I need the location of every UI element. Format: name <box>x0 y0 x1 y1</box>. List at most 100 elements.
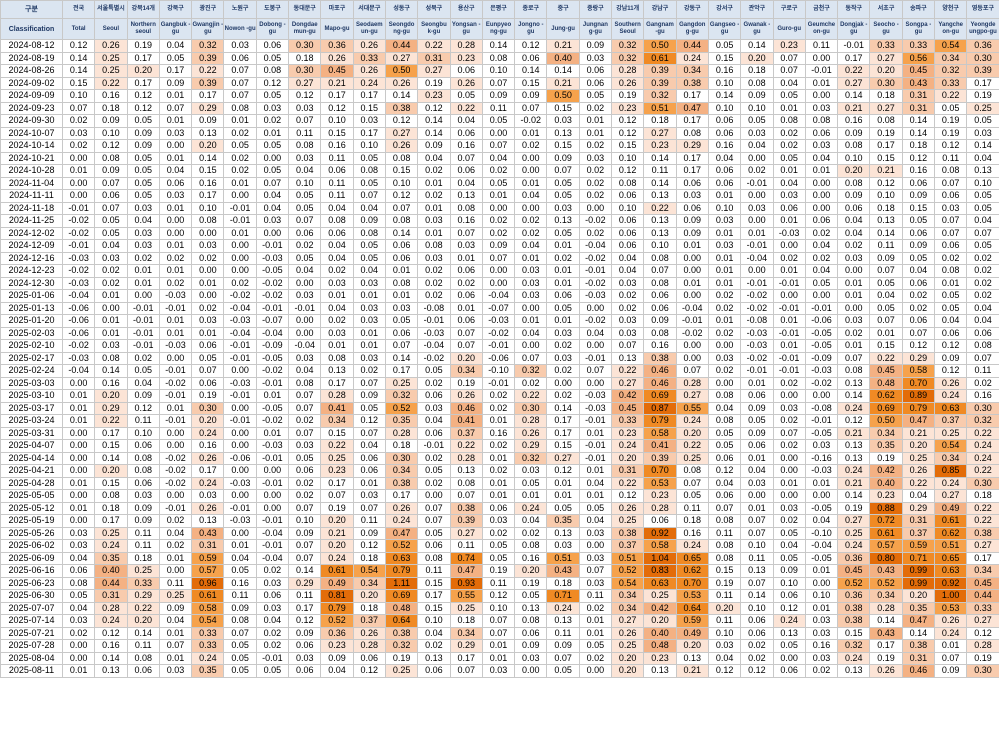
table-cell[interactable]: 0.08 <box>514 614 548 628</box>
table-cell[interactable]: 0.07 <box>772 51 806 65</box>
table-cell[interactable]: 0.02 <box>772 514 806 528</box>
table-cell[interactable]: 0.01 <box>481 476 516 490</box>
row-date[interactable]: 2025-07-28 <box>0 639 63 653</box>
table-cell[interactable]: 0.20 <box>611 651 645 665</box>
table-cell[interactable]: 0.05 <box>901 214 936 228</box>
table-cell[interactable]: 0.05 <box>772 639 806 653</box>
table-cell[interactable]: -0.03 <box>223 376 257 390</box>
table-cell[interactable]: 0.28 <box>966 639 999 653</box>
table-cell[interactable]: 0.13 <box>546 614 580 628</box>
table-cell[interactable]: 0.16 <box>514 551 548 565</box>
table-cell[interactable]: 0.14 <box>481 39 516 53</box>
table-cell[interactable]: 0.41 <box>320 401 354 415</box>
table-cell[interactable]: 0.05 <box>966 201 999 215</box>
table-cell[interactable]: 0.03 <box>804 614 839 628</box>
table-cell[interactable]: 0.00 <box>675 264 709 278</box>
row-date[interactable]: 2025-03-24 <box>0 414 63 428</box>
table-cell[interactable]: 0.00 <box>772 651 806 665</box>
table-cell[interactable]: -0.07 <box>481 301 516 315</box>
row-date[interactable]: 2025-05-19 <box>0 514 63 528</box>
table-cell[interactable]: 0.05 <box>514 589 548 603</box>
table-cell[interactable]: 0.05 <box>481 539 516 553</box>
table-cell[interactable]: 0.07 <box>255 176 290 190</box>
table-cell[interactable]: 0.05 <box>481 551 516 565</box>
table-cell[interactable]: 0.09 <box>94 164 128 178</box>
table-cell[interactable]: -0.01 <box>772 276 806 290</box>
table-cell[interactable]: 0.09 <box>934 664 968 678</box>
row-date[interactable]: 2024-11-04 <box>0 176 63 190</box>
table-cell[interactable]: 0.00 <box>675 289 709 303</box>
table-cell[interactable]: 0.02 <box>449 276 483 290</box>
table-cell[interactable]: 0.54 <box>352 564 386 578</box>
table-cell[interactable]: -0.10 <box>804 526 839 540</box>
table-cell[interactable]: -0.01 <box>417 439 451 453</box>
table-cell[interactable]: 0.07 <box>288 114 322 128</box>
table-cell[interactable]: -0.01 <box>578 264 613 278</box>
table-cell[interactable]: 0.00 <box>61 189 96 203</box>
table-cell[interactable]: 0.04 <box>320 201 354 215</box>
row-date[interactable]: 2024-11-18 <box>0 201 63 215</box>
table-cell[interactable]: 0.01 <box>546 239 580 253</box>
table-cell[interactable]: 0.20 <box>320 514 354 528</box>
table-cell[interactable]: 0.24 <box>934 626 968 640</box>
table-cell[interactable]: 0.21 <box>320 526 354 540</box>
table-cell[interactable]: 0.15 <box>417 576 451 590</box>
table-cell[interactable]: 0.07 <box>546 164 580 178</box>
table-cell[interactable]: 0.14 <box>837 89 871 103</box>
table-cell[interactable]: 0.24 <box>837 651 871 665</box>
table-cell[interactable]: 0.00 <box>481 264 516 278</box>
table-cell[interactable]: 0.96 <box>191 576 225 590</box>
table-cell[interactable]: 0.07 <box>546 651 580 665</box>
table-cell[interactable]: 0.08 <box>255 64 290 78</box>
table-cell[interactable]: 0.13 <box>643 664 677 678</box>
table-cell[interactable]: 0.26 <box>611 626 645 640</box>
table-cell[interactable]: 0.05 <box>94 214 128 228</box>
table-cell[interactable]: 0.23 <box>772 39 806 53</box>
table-cell[interactable]: 0.28 <box>675 376 709 390</box>
table-cell[interactable]: 0.29 <box>94 401 128 415</box>
table-cell[interactable]: 0.07 <box>611 339 645 353</box>
table-cell[interactable]: 0.30 <box>966 664 999 678</box>
table-cell[interactable]: 0.01 <box>772 164 806 178</box>
table-cell[interactable]: 0.00 <box>61 464 96 478</box>
table-cell[interactable]: 0.03 <box>158 664 193 678</box>
table-cell[interactable]: 0.21 <box>675 664 709 678</box>
table-cell[interactable]: 0.20 <box>514 564 548 578</box>
table-cell[interactable]: 0.26 <box>934 376 968 390</box>
table-cell[interactable]: 0.03 <box>772 401 806 415</box>
table-cell[interactable]: 0.10 <box>707 101 742 115</box>
table-cell[interactable]: 0.12 <box>611 164 645 178</box>
table-cell[interactable]: 0.25 <box>320 451 354 465</box>
table-cell[interactable]: 0.15 <box>707 51 742 65</box>
table-cell[interactable]: 0.12 <box>869 176 903 190</box>
table-cell[interactable]: 0.00 <box>578 201 613 215</box>
table-cell[interactable]: 0.09 <box>288 526 322 540</box>
table-cell[interactable]: 0.10 <box>966 176 999 190</box>
table-cell[interactable]: 0.00 <box>675 251 709 265</box>
table-cell[interactable]: 0.00 <box>158 351 193 365</box>
table-cell[interactable]: 0.00 <box>804 489 839 503</box>
table-cell[interactable]: 0.69 <box>869 401 903 415</box>
table-cell[interactable]: 0.20 <box>837 164 871 178</box>
table-cell[interactable]: 0.03 <box>804 101 839 115</box>
table-cell[interactable]: 0.08 <box>320 214 354 228</box>
table-cell[interactable]: 0.36 <box>320 39 354 53</box>
table-cell[interactable]: 0.02 <box>481 226 516 240</box>
table-cell[interactable]: -0.01 <box>126 339 160 353</box>
table-cell[interactable]: 0.01 <box>384 289 419 303</box>
table-cell[interactable]: 0.00 <box>578 664 613 678</box>
table-cell[interactable]: 0.03 <box>772 501 806 515</box>
table-cell[interactable]: 0.02 <box>514 139 548 153</box>
table-cell[interactable]: 0.14 <box>384 226 419 240</box>
table-cell[interactable]: -0.04 <box>740 251 774 265</box>
table-cell[interactable]: 0.06 <box>352 451 386 465</box>
table-cell[interactable]: 0.33 <box>191 626 225 640</box>
table-cell[interactable]: 0.01 <box>804 564 839 578</box>
table-cell[interactable]: 0.02 <box>417 476 451 490</box>
table-cell[interactable]: 0.18 <box>869 89 903 103</box>
table-cell[interactable]: 0.02 <box>514 226 548 240</box>
table-cell[interactable]: 0.03 <box>255 214 290 228</box>
table-cell[interactable]: 0.01 <box>514 176 548 190</box>
table-cell[interactable]: 0.10 <box>804 589 839 603</box>
table-cell[interactable]: 0.02 <box>126 251 160 265</box>
